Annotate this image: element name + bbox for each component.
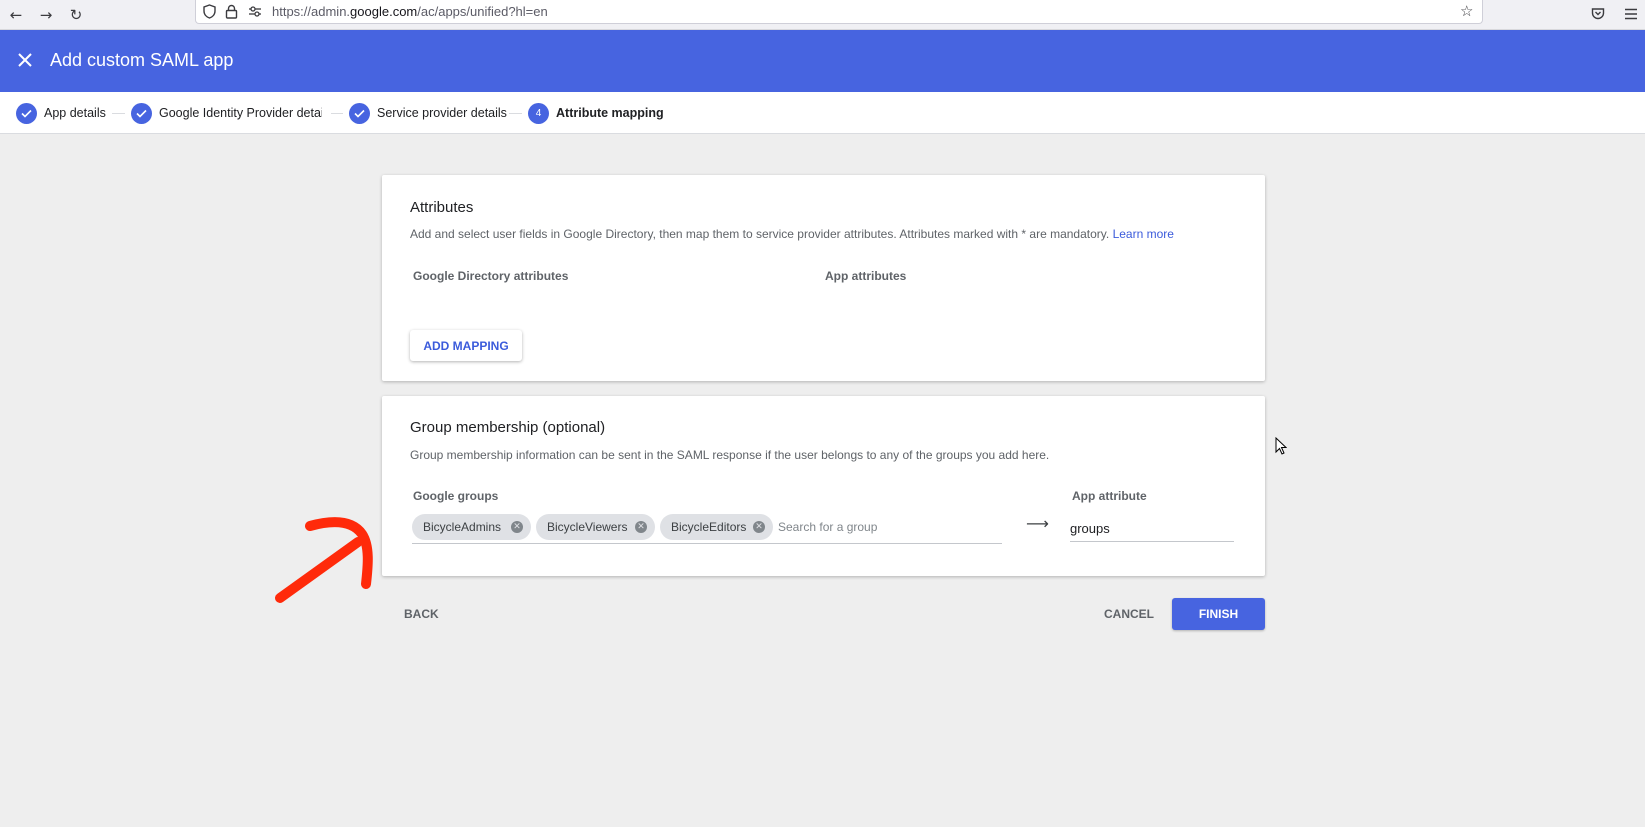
red-arrow-annotation (275, 517, 373, 603)
card-description: Add and select user fields in Google Dir… (410, 227, 1174, 241)
column-header-directory: Google Directory attributes (413, 269, 569, 283)
bookmark-star-icon[interactable]: ☆ (1460, 2, 1473, 20)
forward-arrow-icon[interactable]: → (33, 2, 59, 28)
learn-more-link[interactable]: Learn more (1113, 227, 1174, 241)
step-label: App details (44, 106, 106, 120)
group-chip: BicycleViewers ✕ (536, 514, 655, 540)
step-label: Attribute mapping (556, 106, 664, 120)
reload-icon[interactable]: ↻ (63, 2, 89, 28)
finish-button[interactable]: FINISH (1172, 598, 1265, 630)
card-title: Group membership (optional) (410, 419, 606, 436)
remove-chip-icon[interactable]: ✕ (511, 521, 523, 533)
arrow-right-icon: ⟶ (1026, 514, 1049, 533)
close-icon[interactable] (12, 47, 38, 73)
step-app-details[interactable]: App details (16, 102, 106, 124)
address-bar[interactable]: https://admin.google.com/ac/apps/unified… (195, 0, 1483, 24)
step-service-provider-details[interactable]: Service provider details (349, 102, 507, 124)
cancel-button[interactable]: CANCEL (1104, 607, 1154, 621)
url-prefix: https://admin. (272, 4, 351, 19)
back-button[interactable]: BACK (404, 607, 439, 621)
lock-icon[interactable] (225, 4, 238, 19)
check-icon (16, 102, 37, 124)
shield-icon[interactable] (203, 4, 216, 19)
group-chip: BicycleEditors ✕ (660, 514, 773, 540)
chip-label: BicycleEditors (671, 520, 747, 534)
add-mapping-button[interactable]: ADD MAPPING (410, 330, 522, 361)
pocket-icon[interactable] (1591, 7, 1605, 21)
group-search-input[interactable]: Search for a group (778, 520, 877, 534)
remove-chip-icon[interactable]: ✕ (635, 521, 647, 533)
check-icon (349, 102, 370, 124)
group-membership-card: Group membership (optional) Group member… (382, 396, 1265, 576)
step-divider (331, 113, 343, 114)
back-arrow-icon[interactable]: ← (3, 2, 29, 28)
attributes-card: Attributes Add and select user fields in… (382, 175, 1265, 381)
browser-toolbar: ← → ↻ https://admin.google.com/ac/apps/u… (0, 0, 1645, 30)
page-title: Add custom SAML app (50, 50, 234, 70)
mouse-cursor-icon (1275, 437, 1287, 455)
step-number: 4 (528, 102, 549, 124)
url-text[interactable]: https://admin.google.com/ac/apps/unified… (272, 4, 548, 19)
column-header-app-attribute: App attribute (1072, 489, 1147, 503)
group-chip: BicycleAdmins ✕ (412, 514, 531, 540)
step-label: Google Identity Provider details (159, 106, 322, 120)
check-icon (131, 102, 152, 124)
step-label: Service provider details (377, 106, 507, 120)
url-domain: google.com (350, 4, 418, 19)
menu-icon[interactable] (1624, 8, 1638, 20)
step-google-idp-details[interactable]: Google Identity Provider details (131, 102, 322, 124)
description-text: Add and select user fields in Google Dir… (410, 227, 1110, 241)
app-header: Add custom SAML app (0, 30, 1645, 92)
chip-label: BicycleViewers (547, 520, 628, 534)
column-header-app: App attributes (825, 269, 907, 283)
card-title: Attributes (410, 199, 474, 216)
stepper: App details Google Identity Provider det… (0, 92, 1645, 134)
remove-chip-icon[interactable]: ✕ (753, 521, 765, 533)
step-divider (509, 113, 522, 114)
permissions-icon[interactable] (248, 6, 262, 17)
step-divider (112, 113, 125, 114)
card-description: Group membership information can be sent… (410, 448, 1050, 462)
chip-label: BicycleAdmins (423, 520, 502, 534)
step-attribute-mapping[interactable]: 4 Attribute mapping (528, 102, 664, 124)
url-path: /ac/apps/unified?hl=en (417, 4, 548, 19)
app-attribute-input[interactable]: groups (1070, 518, 1234, 542)
group-search-field[interactable]: BicycleAdmins ✕ BicycleViewers ✕ Bicycle… (412, 514, 1002, 544)
column-header-groups: Google groups (413, 489, 499, 503)
